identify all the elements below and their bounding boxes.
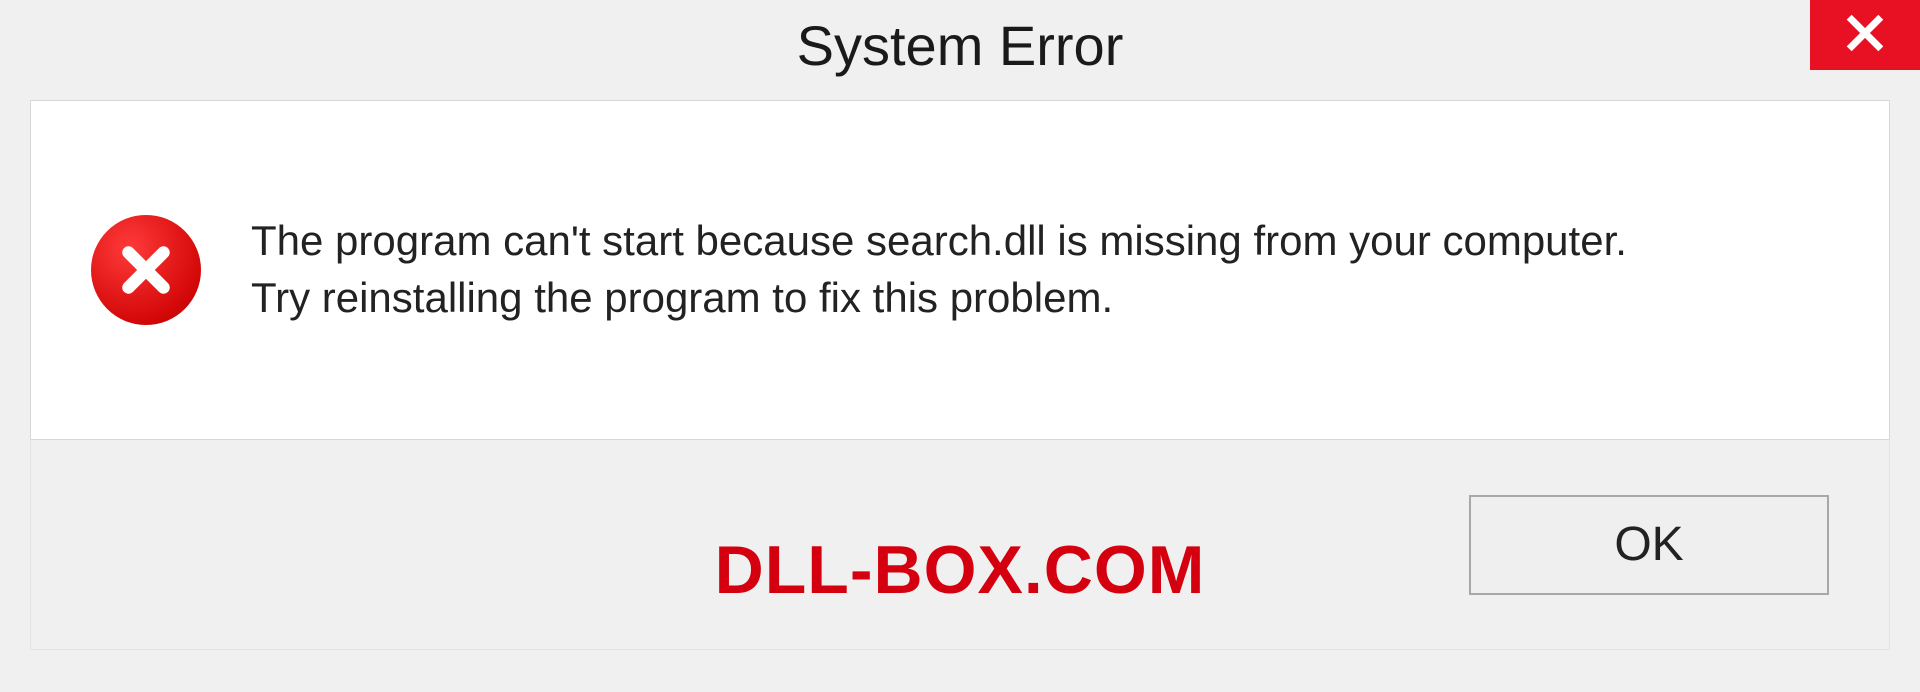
close-button[interactable]: [1810, 0, 1920, 70]
error-message: The program can't start because search.d…: [251, 213, 1829, 326]
ok-button[interactable]: OK: [1469, 495, 1829, 595]
error-icon: [91, 215, 201, 325]
watermark-text: DLL-BOX.COM: [715, 531, 1206, 609]
error-message-line1: The program can't start because search.d…: [251, 213, 1829, 270]
error-message-line2: Try reinstalling the program to fix this…: [251, 270, 1829, 327]
error-icon-container: [91, 215, 201, 325]
dialog-footer: DLL-BOX.COM OK: [30, 440, 1890, 650]
close-icon: [1845, 13, 1885, 58]
dialog-title: System Error: [797, 13, 1124, 78]
titlebar: System Error: [0, 0, 1920, 90]
dialog-content: The program can't start because search.d…: [30, 100, 1890, 440]
